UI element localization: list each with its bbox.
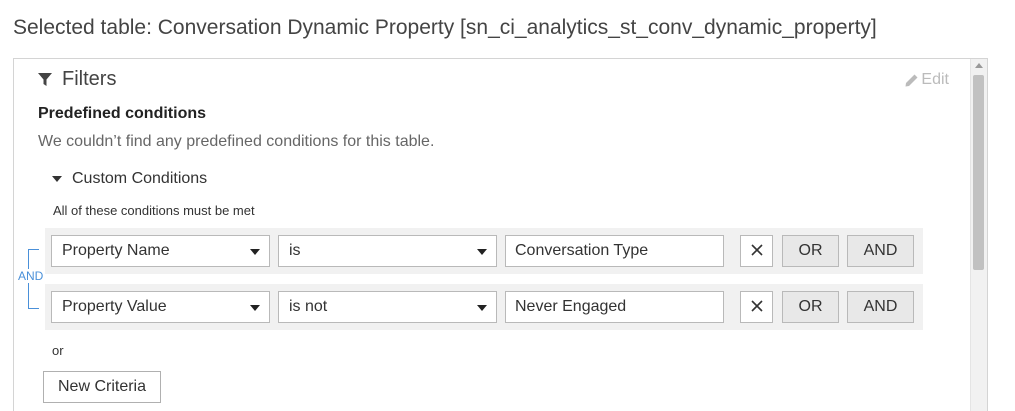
dropdown-arrow-icon: [477, 305, 487, 311]
field-select[interactable]: Property Name: [51, 235, 270, 267]
close-icon: [750, 300, 763, 312]
filter-funnel-icon: [38, 72, 52, 86]
new-criteria-button[interactable]: New Criteria: [43, 371, 161, 403]
custom-conditions-label: Custom Conditions: [72, 170, 208, 187]
condition-row: Property Name is OR AND: [45, 228, 923, 274]
dropdown-arrow-icon: [250, 305, 260, 311]
close-icon: [750, 244, 763, 256]
selected-table-title: Selected table: Conversation Dynamic Pro…: [13, 16, 877, 39]
operator-select[interactable]: is: [278, 235, 497, 267]
operator-select[interactable]: is not: [278, 291, 497, 323]
predefined-conditions-title: Predefined conditions: [38, 105, 207, 122]
predefined-empty-message: We couldn’t find any predefined conditio…: [38, 133, 435, 150]
vertical-scrollbar[interactable]: [970, 59, 987, 411]
dropdown-arrow-icon: [250, 249, 260, 255]
scroll-up-arrow-icon[interactable]: [975, 63, 983, 68]
pencil-icon: [905, 74, 918, 86]
or-separator-text: or: [52, 343, 64, 358]
dropdown-arrow-icon: [477, 249, 487, 255]
and-button[interactable]: AND: [847, 291, 914, 323]
caret-down-icon: [52, 176, 62, 182]
field-select[interactable]: Property Value: [51, 291, 270, 323]
operator-select-value: is not: [289, 298, 328, 315]
and-button[interactable]: AND: [847, 235, 914, 267]
and-connector-label: AND: [17, 269, 45, 283]
filters-header: Filters: [38, 68, 116, 91]
filters-panel: Filters Edit Predefined conditions We co…: [13, 58, 988, 411]
or-button[interactable]: OR: [782, 235, 839, 267]
filters-title: Filters: [62, 68, 117, 90]
value-input[interactable]: [505, 291, 724, 323]
operator-select-value: is: [289, 242, 301, 259]
value-input[interactable]: [505, 235, 724, 267]
remove-condition-button[interactable]: [740, 235, 773, 267]
or-button[interactable]: OR: [782, 291, 839, 323]
scrollbar-thumb[interactable]: [973, 75, 984, 270]
field-select-value: Property Name: [62, 242, 170, 259]
custom-conditions-toggle[interactable]: Custom Conditions: [52, 170, 207, 188]
condition-row: Property Value is not OR AND: [45, 284, 923, 330]
edit-button[interactable]: Edit: [905, 71, 949, 89]
all-conditions-met-text: All of these conditions must be met: [53, 203, 255, 218]
field-select-value: Property Value: [62, 298, 167, 315]
edit-label: Edit: [921, 71, 949, 88]
remove-condition-button[interactable]: [740, 291, 773, 323]
